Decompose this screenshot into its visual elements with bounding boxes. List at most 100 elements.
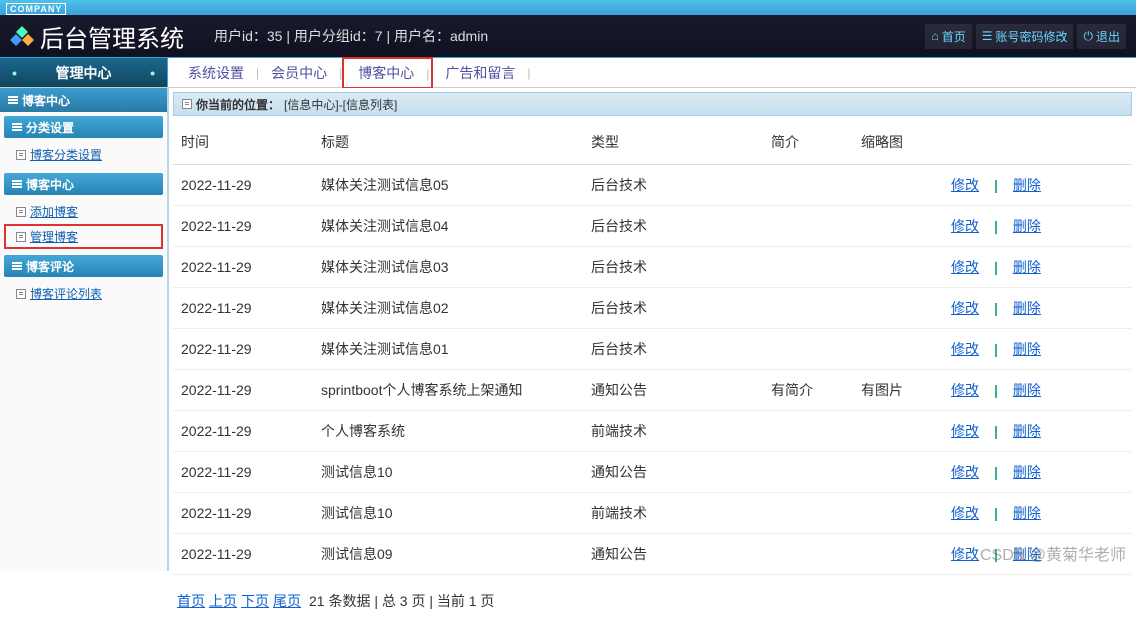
cell-actions: 修改|删除 [943,288,1132,329]
app-header: 后台管理系统 用户id：35 | 用户分组id：7 | 用户名：admin ⌂首… [0,15,1136,58]
section-category[interactable]: 分类设置 [4,116,163,138]
table-row: 2022-11-29测试信息10前端技术修改|删除 [173,493,1132,534]
sidebar: 博客中心 分类设置 博客分类设置 博客中心 添加博客 管理博客 博客评论 博客评… [0,88,168,571]
delete-link[interactable]: 删除 [1013,382,1041,398]
password-button[interactable]: ☰账号密码修改 [976,24,1074,49]
cell-type: 前端技术 [583,493,763,534]
action-separator: | [979,505,1013,521]
nav-ads[interactable]: 广告和留言 [433,63,527,83]
delete-link[interactable]: 删除 [1013,505,1041,521]
cell-time: 2022-11-29 [173,288,313,329]
cell-brief [763,452,853,493]
doc-icon [16,150,26,160]
watermark: CSDN @黄菊华老师 [980,541,1126,565]
doc-icon [16,232,26,242]
cell-time: 2022-11-29 [173,493,313,534]
cell-brief [763,534,853,575]
edit-link[interactable]: 修改 [951,218,979,234]
delete-link[interactable]: 删除 [1013,300,1041,316]
nav-member[interactable]: 会员中心 [259,63,339,83]
action-separator: | [979,259,1013,275]
cell-title: 媒体关注测试信息03 [313,247,583,288]
cell-time: 2022-11-29 [173,206,313,247]
section-blog[interactable]: 博客中心 [4,173,163,195]
cell-type: 后台技术 [583,165,763,206]
app-title: 后台管理系统 [40,19,184,54]
link-add-blog[interactable]: 添加博客 [4,199,163,224]
logo-icon [10,24,34,48]
cell-thumb: 有图片 [853,370,943,411]
cell-thumb [853,411,943,452]
action-separator: | [979,464,1013,480]
cell-time: 2022-11-29 [173,370,313,411]
nav-blog[interactable]: 博客中心 [346,65,426,81]
action-separator: | [979,423,1013,439]
cell-title: 媒体关注测试信息04 [313,206,583,247]
edit-link[interactable]: 修改 [951,546,979,562]
cell-actions: 修改|删除 [943,452,1132,493]
delete-link[interactable]: 删除 [1013,177,1041,193]
cell-type: 通知公告 [583,370,763,411]
link-manage-blog[interactable]: 管理博客 [4,224,163,249]
cell-brief [763,411,853,452]
edit-link[interactable]: 修改 [951,177,979,193]
cell-actions: 修改|删除 [943,206,1132,247]
link-comment-list[interactable]: 博客评论列表 [4,281,163,306]
cell-brief [763,247,853,288]
cell-time: 2022-11-29 [173,411,313,452]
th-title: 标题 [313,120,583,165]
cell-brief [763,165,853,206]
cell-title: 个人博客系统 [313,411,583,452]
link-blog-category[interactable]: 博客分类设置 [4,142,163,167]
delete-link[interactable]: 删除 [1013,218,1041,234]
cell-type: 通知公告 [583,534,763,575]
edit-link[interactable]: 修改 [951,423,979,439]
logout-button[interactable]: ⏻退出 [1077,24,1126,49]
home-button[interactable]: ⌂首页 [925,24,971,49]
cell-thumb [853,288,943,329]
doc-icon [16,289,26,299]
cell-time: 2022-11-29 [173,534,313,575]
cell-brief [763,493,853,534]
pager-first[interactable]: 首页 [177,591,205,611]
edit-link[interactable]: 修改 [951,300,979,316]
edit-link[interactable]: 修改 [951,464,979,480]
cell-type: 后台技术 [583,288,763,329]
delete-link[interactable]: 删除 [1013,464,1041,480]
window-titlebar: COMPANY [0,0,1136,15]
edit-link[interactable]: 修改 [951,259,979,275]
cell-thumb [853,452,943,493]
table-row: 2022-11-29测试信息10通知公告 修改|删除 [173,452,1132,493]
pagination: 首页 上页 下页 尾页 21 条数据 | 总 3 页 | 当前 1 页 [169,579,1136,623]
th-type: 类型 [583,120,763,165]
cell-brief [763,288,853,329]
delete-link[interactable]: 删除 [1013,259,1041,275]
pager-prev[interactable]: 上页 [209,591,237,611]
th-actions [943,120,1132,165]
cell-brief [763,329,853,370]
bars-icon [8,99,18,101]
edit-link[interactable]: 修改 [951,382,979,398]
list-icon: ☰ [982,29,993,43]
pager-last[interactable]: 尾页 [273,591,301,611]
cell-actions: 修改|删除 [943,329,1132,370]
edit-link[interactable]: 修改 [951,505,979,521]
delete-link[interactable]: 删除 [1013,423,1041,439]
cell-title: 测试信息10 [313,452,583,493]
cell-actions: 修改|删除 [943,411,1132,452]
edit-link[interactable]: 修改 [951,341,979,357]
action-separator: | [979,341,1013,357]
cell-time: 2022-11-29 [173,452,313,493]
th-time: 时间 [173,120,313,165]
doc-icon [16,207,26,217]
cell-type: 通知公告 [583,452,763,493]
delete-link[interactable]: 删除 [1013,341,1041,357]
nav-system[interactable]: 系统设置 [176,63,256,83]
action-separator: | [979,218,1013,234]
mgmt-center-tab[interactable]: 管理中心 [0,58,168,87]
pager-next[interactable]: 下页 [241,591,269,611]
section-comment[interactable]: 博客评论 [4,255,163,277]
breadcrumb: 你当前的位置： [信息中心]-[信息列表] [173,92,1132,116]
cell-thumb [853,206,943,247]
cell-thumb [853,165,943,206]
